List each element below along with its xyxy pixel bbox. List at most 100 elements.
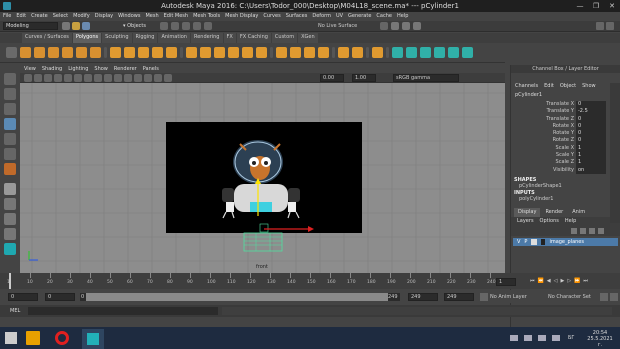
make-live-icon[interactable] <box>204 22 212 30</box>
character-set-label[interactable]: No Character Set <box>548 294 591 300</box>
separate-icon[interactable] <box>124 47 135 58</box>
resolution-gate-icon[interactable] <box>84 74 92 82</box>
channel-value[interactable]: 0 <box>576 122 606 131</box>
toggle-panel-icon[interactable] <box>596 22 604 30</box>
channel-value[interactable]: 1 <box>576 159 606 167</box>
channel-scale-z[interactable]: Scale Z1 <box>513 159 620 167</box>
key-icon[interactable] <box>600 293 608 301</box>
collapse-icon[interactable] <box>318 47 329 58</box>
render-settings-icon[interactable] <box>413 22 421 30</box>
fill-icon[interactable] <box>152 47 163 58</box>
move-layer-up-icon[interactable] <box>571 227 577 234</box>
menu-modify[interactable]: Modify <box>73 12 90 21</box>
channel-value[interactable]: 0 <box>576 101 606 109</box>
channel-scale-y[interactable]: Scale Y1 <box>513 152 620 160</box>
layer-tab-display[interactable]: Display <box>514 207 541 217</box>
shelf-tab-fx-caching[interactable]: FX Caching <box>236 33 271 43</box>
menu-surfaces[interactable]: Surfaces <box>286 12 308 21</box>
range-bar[interactable]: 0 249 <box>80 293 400 301</box>
tray-icon-1[interactable] <box>510 335 518 341</box>
menu-select[interactable]: Select <box>53 12 68 21</box>
channel-rotate-z[interactable]: Rotate Z0 <box>513 137 620 145</box>
menu-edit-mesh[interactable]: Edit Mesh <box>164 12 188 21</box>
menu-help[interactable]: Help <box>397 12 408 21</box>
camera-select-icon[interactable] <box>24 74 32 82</box>
step-forward-icon[interactable]: ▷ <box>567 278 571 284</box>
bridge-icon[interactable] <box>200 47 211 58</box>
layer-name[interactable]: image_planes <box>549 238 584 246</box>
anim-start-field[interactable]: 0 <box>8 293 38 301</box>
ipr-render-icon[interactable] <box>402 22 410 30</box>
shelf-tab-xgen[interactable]: XGen <box>298 33 318 43</box>
channel-visibility[interactable]: Visibility on <box>513 166 620 174</box>
channel-value[interactable]: 1 <box>576 152 606 160</box>
step-back-icon[interactable]: ◀ <box>547 278 551 284</box>
maximize-button[interactable]: ❐ <box>588 0 604 12</box>
colorspace-dropdown[interactable]: sRGB gamma <box>393 74 459 82</box>
input-node[interactable]: polyCylinder1 <box>511 196 620 203</box>
panel-menu-shading[interactable]: Shading <box>42 65 62 73</box>
volume-icon[interactable] <box>552 335 560 341</box>
mirror-icon[interactable] <box>338 47 349 58</box>
uv-auto-icon[interactable] <box>434 47 445 58</box>
cleanup-icon[interactable] <box>372 47 383 58</box>
lights-icon[interactable] <box>134 74 142 82</box>
menu-cache[interactable]: Cache <box>376 12 392 21</box>
shelf-tab-rigging[interactable]: Rigging <box>132 33 158 43</box>
channel-menu-edit[interactable]: Edit <box>544 81 554 91</box>
render-icon[interactable] <box>391 22 399 30</box>
channel-value[interactable]: on <box>576 166 606 174</box>
camera-attr-icon[interactable] <box>34 74 42 82</box>
paint-select-icon[interactable] <box>4 103 16 115</box>
xray-icon[interactable] <box>154 74 162 82</box>
persp-graph-icon[interactable] <box>4 228 16 240</box>
menu-display[interactable]: Display <box>95 12 113 21</box>
panel-menu-lighting[interactable]: Lighting <box>68 65 88 73</box>
channel-translate-y[interactable]: Translate Y -2.5 <box>513 108 620 116</box>
boolean-icon[interactable] <box>166 47 177 58</box>
shelf-tab-rendering[interactable]: Rendering <box>190 33 223 43</box>
save-scene-icon[interactable] <box>82 22 90 30</box>
menu-file[interactable]: File <box>3 12 11 21</box>
grid-icon[interactable] <box>64 74 72 82</box>
poke-icon[interactable] <box>242 47 253 58</box>
channel-value[interactable]: 0 <box>576 115 606 123</box>
anim-end-field[interactable]: 249 <box>444 293 474 301</box>
prefs-icon[interactable] <box>610 293 618 301</box>
isolate-icon[interactable] <box>164 74 172 82</box>
layer-visible[interactable]: V <box>517 238 520 246</box>
anim-layer-label[interactable]: No Anim Layer <box>490 294 527 300</box>
channel-value[interactable]: -2.5 <box>576 108 606 116</box>
connect-icon[interactable] <box>304 47 315 58</box>
sphere-icon[interactable] <box>6 47 17 58</box>
opera-icon[interactable] <box>55 331 69 345</box>
minimize-button[interactable]: — <box>572 0 588 12</box>
cylinder-icon[interactable] <box>34 47 45 58</box>
shape-node[interactable]: pCylinderShape1 <box>511 183 620 190</box>
smooth-shade-icon[interactable] <box>114 74 122 82</box>
multicut-icon[interactable] <box>276 47 287 58</box>
lasso-tool-icon[interactable] <box>4 88 16 100</box>
gate-mask-icon[interactable] <box>94 74 102 82</box>
render-view-icon[interactable] <box>380 22 388 30</box>
menu-set-dropdown[interactable]: Modeling <box>3 22 58 30</box>
layer-type-icon[interactable] <box>531 238 538 245</box>
move-tool-icon[interactable] <box>4 118 16 130</box>
uv-cylinder-icon[interactable] <box>406 47 417 58</box>
menu-deform[interactable]: Deform <box>312 12 331 21</box>
layer-menu-layers[interactable]: Layers <box>517 217 534 226</box>
select-tool-icon[interactable] <box>4 73 16 85</box>
command-input[interactable] <box>28 307 218 315</box>
layer-menu-help[interactable]: Help <box>565 217 576 226</box>
range-end-handle[interactable]: 249 <box>388 293 400 301</box>
tray-icon-2[interactable] <box>524 335 532 341</box>
merge-icon[interactable] <box>228 47 239 58</box>
channel-translate-x[interactable]: Translate X0 <box>513 101 620 109</box>
layer-color-icon[interactable] <box>541 238 546 245</box>
panel-menu-panels[interactable]: Panels <box>143 65 159 73</box>
snap-plane-icon[interactable] <box>193 22 201 30</box>
channel-scale-x[interactable]: Scale X1 <box>513 144 620 153</box>
scale-tool-icon[interactable] <box>4 148 16 160</box>
cube-icon[interactable] <box>20 47 31 58</box>
current-frame-field[interactable]: 1 <box>496 278 516 286</box>
